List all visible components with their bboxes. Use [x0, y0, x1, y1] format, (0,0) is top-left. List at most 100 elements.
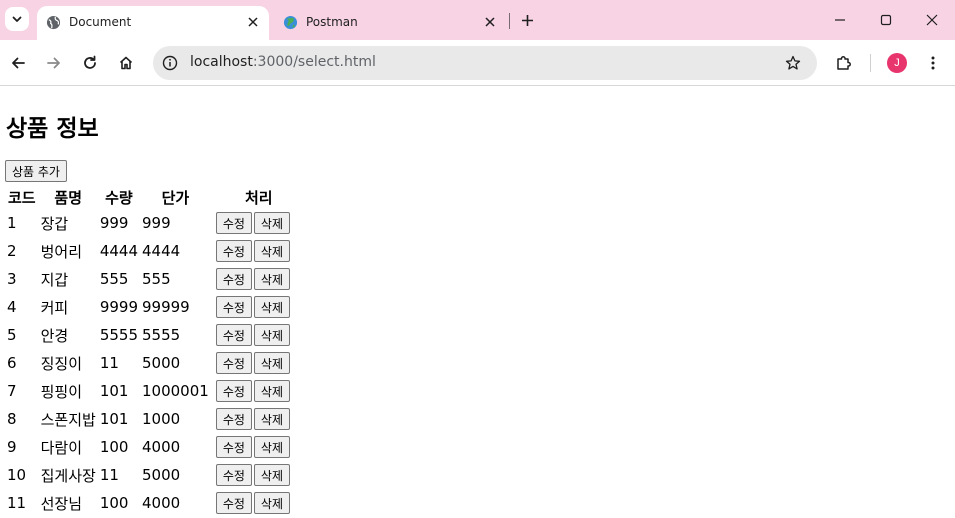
page-content: 상품 정보 상품 추가 코드 품명 수량 단가 처리 1 장갑 999 999 …: [0, 87, 955, 518]
edit-button[interactable]: 수정: [215, 324, 252, 346]
menu-button[interactable]: [922, 52, 944, 74]
delete-button[interactable]: 삭제: [253, 212, 290, 234]
table-row: 2 벙어리 4444 4444 수정 삭제: [6, 238, 306, 264]
edit-button[interactable]: 수정: [215, 492, 252, 514]
edit-button[interactable]: 수정: [215, 408, 252, 430]
table-row: 5 안경 5555 5555 수정 삭제: [6, 322, 306, 348]
edit-button[interactable]: 수정: [215, 380, 252, 402]
delete-button[interactable]: 삭제: [253, 268, 290, 290]
delete-button[interactable]: 삭제: [253, 324, 290, 346]
arrow-left-icon: [10, 55, 26, 71]
cell-name: 다람이: [40, 438, 83, 457]
cell-actions: 수정 삭제: [212, 266, 306, 292]
cell-actions: 수정 삭제: [212, 462, 306, 488]
cell-name: 스폰지밥: [40, 410, 96, 429]
cell-price: 5000: [142, 354, 181, 372]
delete-button[interactable]: 삭제: [253, 352, 290, 374]
cell-code: 9: [7, 438, 17, 456]
close-icon[interactable]: [482, 14, 498, 30]
browser-toolbar: localhost:3000/select.html J: [0, 40, 955, 86]
globe-icon: [46, 15, 61, 30]
cell-actions: 수정 삭제: [212, 238, 306, 264]
cell-qty: 5555: [99, 326, 138, 344]
column-header-code: 코드: [8, 188, 36, 207]
tab-title: Postman: [306, 15, 358, 29]
edit-button[interactable]: 수정: [215, 268, 252, 290]
delete-button[interactable]: 삭제: [253, 464, 290, 486]
add-product-button[interactable]: 상품 추가: [5, 160, 67, 182]
tab-search-button[interactable]: [5, 7, 29, 31]
bookmark-star-icon[interactable]: [783, 53, 803, 73]
cell-price: 5000: [142, 466, 181, 484]
minimize-button[interactable]: [830, 10, 850, 30]
delete-button[interactable]: 삭제: [253, 492, 290, 514]
cell-price: 99999: [142, 298, 190, 316]
cell-code: 7: [7, 382, 17, 400]
close-icon[interactable]: [245, 14, 261, 30]
extensions-button[interactable]: [833, 52, 855, 74]
home-icon: [118, 55, 134, 71]
edit-button[interactable]: 수정: [215, 352, 252, 374]
cell-code: 8: [7, 410, 17, 428]
table-row: 3 지갑 555 555 수정 삭제: [6, 266, 306, 292]
cell-qty: 555: [99, 270, 129, 288]
table-row: 1 장갑 999 999 수정 삭제: [6, 210, 306, 236]
cell-name: 벙어리: [40, 242, 83, 261]
cell-qty: 101: [99, 410, 129, 428]
maximize-button[interactable]: [876, 10, 896, 30]
edit-button[interactable]: 수정: [215, 296, 252, 318]
cell-code: 2: [7, 242, 17, 260]
delete-button[interactable]: 삭제: [253, 240, 290, 262]
cell-name: 핑핑이: [40, 382, 83, 401]
table-row: 7 핑핑이 101 1000001 수정 삭제: [6, 378, 306, 404]
url-host: localhost: [190, 54, 253, 70]
edit-button[interactable]: 수정: [215, 464, 252, 486]
table-row: 9 다람이 100 4000 수정 삭제: [6, 434, 306, 460]
cell-price: 5555: [142, 326, 181, 344]
tab-divider: [509, 13, 510, 29]
delete-button[interactable]: 삭제: [253, 296, 290, 318]
table-header-row: 코드 품명 수량 단가 처리: [6, 186, 306, 208]
edit-button[interactable]: 수정: [215, 240, 252, 262]
delete-button[interactable]: 삭제: [253, 380, 290, 402]
delete-button[interactable]: 삭제: [253, 408, 290, 430]
cell-name: 지갑: [40, 270, 69, 289]
tab-postman[interactable]: Postman: [274, 6, 506, 40]
reload-button[interactable]: [79, 52, 101, 74]
cell-actions: 수정 삭제: [212, 294, 306, 320]
cell-actions: 수정 삭제: [212, 406, 306, 432]
cell-name: 집게사장: [40, 466, 96, 485]
cell-price: 4000: [142, 494, 181, 512]
tab-title: Document: [69, 15, 132, 29]
column-header-actions: 처리: [245, 188, 273, 207]
cell-name: 징징이: [40, 354, 83, 373]
cell-name: 선장님: [40, 494, 83, 513]
back-button[interactable]: [7, 52, 29, 74]
cell-qty: 9999: [99, 298, 138, 316]
home-button[interactable]: [115, 52, 137, 74]
chevron-down-icon: [11, 13, 23, 25]
arrow-right-icon: [46, 55, 62, 71]
cell-qty: 11: [99, 466, 119, 484]
address-bar[interactable]: localhost:3000/select.html: [153, 46, 817, 80]
cell-actions: 수정 삭제: [212, 322, 306, 348]
forward-button[interactable]: [43, 52, 65, 74]
cell-name: 안경: [40, 326, 69, 345]
cell-price: 1000001: [142, 382, 209, 400]
edit-button[interactable]: 수정: [215, 212, 252, 234]
edit-button[interactable]: 수정: [215, 436, 252, 458]
cell-price: 1000: [142, 410, 181, 428]
table-row: 8 스폰지밥 101 1000 수정 삭제: [6, 406, 306, 432]
cell-code: 1: [7, 214, 17, 232]
browser-tab-strip: Document Postman: [0, 0, 955, 40]
tab-document[interactable]: Document: [37, 6, 269, 40]
site-info-icon[interactable]: [161, 54, 179, 72]
cell-qty: 100: [99, 494, 129, 512]
column-header-qty: 수량: [105, 188, 133, 207]
profile-avatar[interactable]: J: [887, 53, 907, 73]
cell-actions: 수정 삭제: [212, 378, 306, 404]
delete-button[interactable]: 삭제: [253, 436, 290, 458]
column-header-name: 품명: [54, 188, 83, 207]
window-close-button[interactable]: [922, 10, 942, 30]
new-tab-button[interactable]: [517, 10, 537, 30]
